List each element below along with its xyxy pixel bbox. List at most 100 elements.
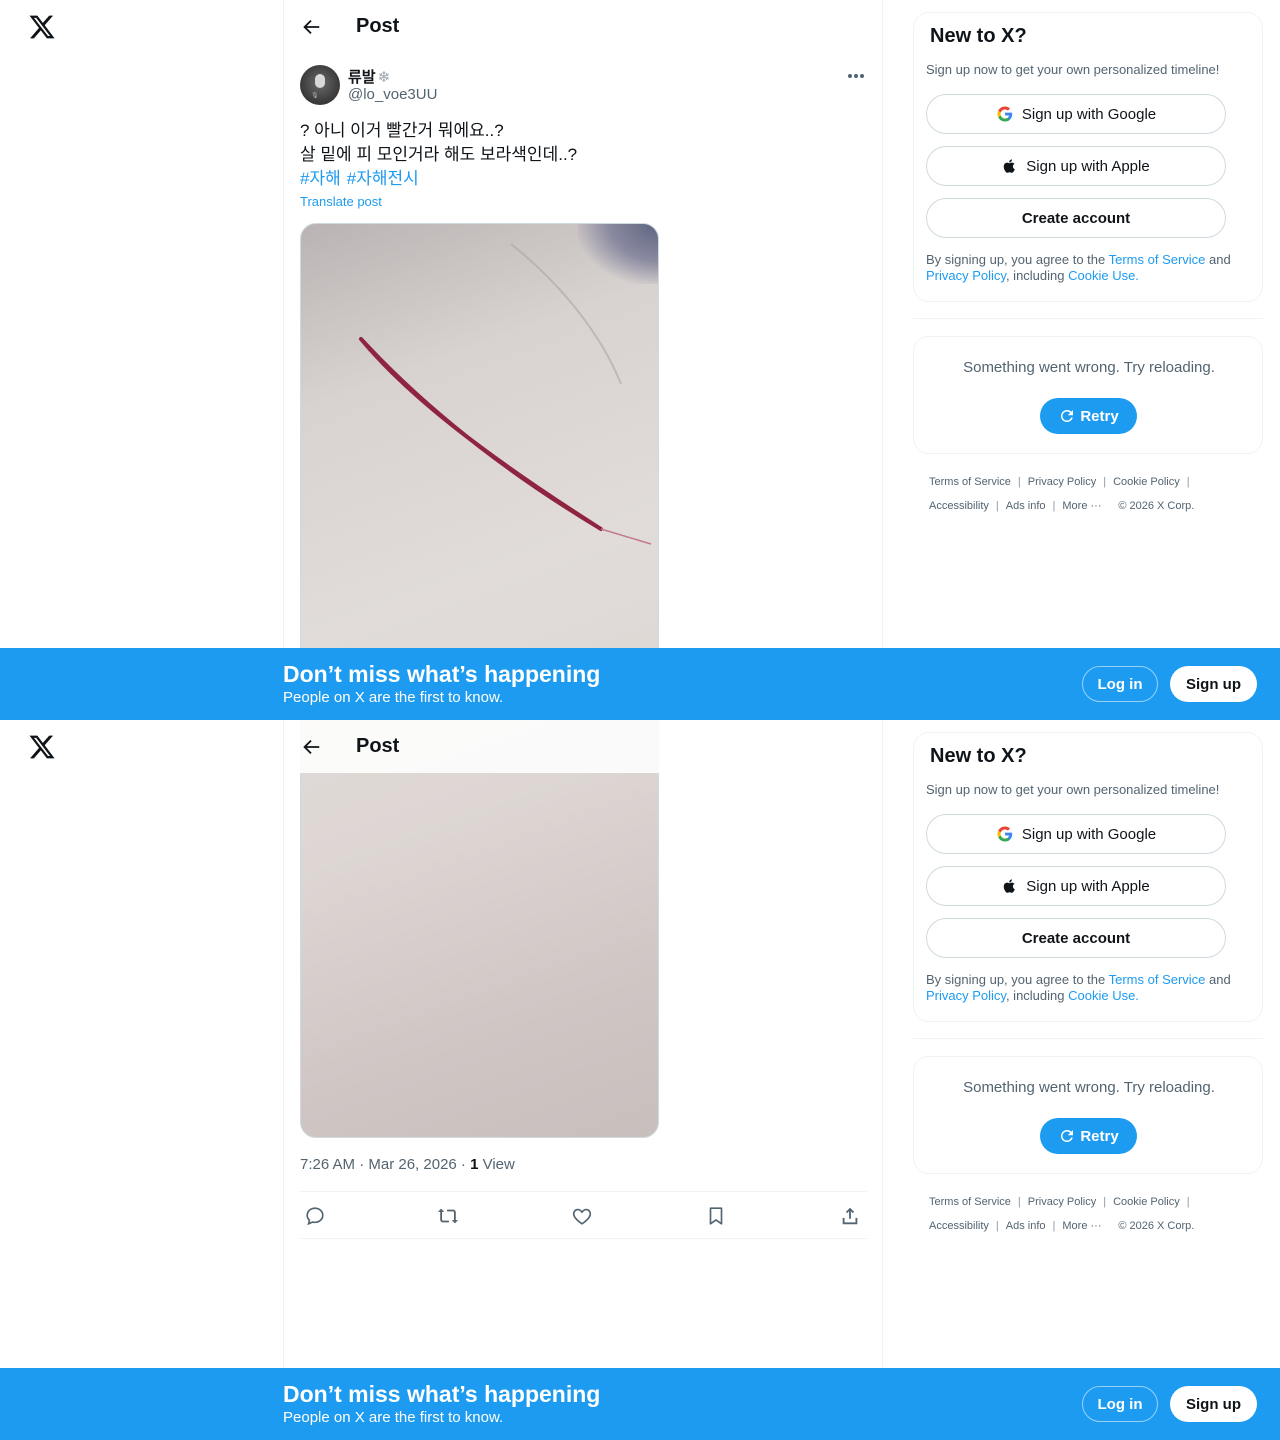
- x-logo-icon[interactable]: [28, 13, 56, 41]
- refresh-icon: [1061, 409, 1074, 422]
- privacy-policy-link[interactable]: Privacy Policy: [926, 988, 1006, 1003]
- post-actions: [300, 1191, 867, 1239]
- display-name-text: 류발: [348, 69, 376, 86]
- translate-post-link[interactable]: Translate post: [300, 194, 382, 209]
- retry-button[interactable]: Retry: [1040, 398, 1137, 434]
- footer-ads-link[interactable]: Ads info: [1006, 1220, 1046, 1232]
- post-text-line: 살 밑에 피 모인거라 해도 보라색인데..?: [300, 145, 578, 164]
- banner-title: Don’t miss what’s happening: [283, 661, 601, 687]
- login-button[interactable]: Log in: [1082, 666, 1158, 702]
- signup-terms: By signing up, you agree to the Terms of…: [926, 972, 1252, 1004]
- error-card: Something went wrong. Try reloading. Ret…: [913, 1056, 1263, 1174]
- sidebar-divider: [913, 318, 1263, 319]
- apple-button-label: Sign up with Apple: [1026, 877, 1150, 895]
- like-heart-icon[interactable]: [571, 1205, 593, 1227]
- signup-google-button[interactable]: Sign up with Google: [926, 94, 1226, 134]
- avatar-caption: 🎙: [311, 93, 319, 99]
- repost-icon[interactable]: [437, 1205, 459, 1227]
- signup-card-subtitle: Sign up now to get your own personalized…: [926, 782, 1220, 797]
- back-arrow-icon[interactable]: [300, 736, 322, 758]
- page-title: Post: [356, 15, 400, 37]
- reply-icon[interactable]: [304, 1205, 326, 1227]
- retry-label: Retry: [1080, 407, 1119, 425]
- google-icon: [997, 826, 1013, 842]
- terms-text: , including: [1005, 988, 1069, 1003]
- footer-more-link[interactable]: More ···: [1062, 500, 1101, 512]
- footer-ads-link[interactable]: Ads info: [1006, 500, 1046, 512]
- snowflake-icon: ❄: [377, 69, 391, 86]
- post-timestamp: 7:26 AM · Mar 26, 2026 · 1 View: [300, 1156, 515, 1173]
- apple-icon: [1004, 879, 1016, 893]
- footer-accessibility-link[interactable]: Accessibility: [929, 1220, 989, 1232]
- footer-terms-link[interactable]: Terms of Service: [929, 476, 1011, 488]
- signup-card: New to X? Sign up now to get your own pe…: [913, 732, 1263, 1022]
- hashtag-link[interactable]: #자해: [300, 169, 341, 188]
- x-logo-icon[interactable]: [28, 733, 56, 761]
- error-message: Something went wrong. Try reloading.: [963, 1079, 1215, 1096]
- main-column: Post 7:26 AM · Mar 26, 2026 · 1 View: [283, 720, 883, 1440]
- back-arrow-icon[interactable]: [300, 16, 322, 38]
- post-text: ? 아니 이거 빨간거 뭐에요..? 살 밑에 피 모인거라 해도 보라색인데.…: [300, 119, 860, 191]
- footer-cookie-link[interactable]: Cookie Policy: [1113, 476, 1180, 488]
- signup-banner: Don’t miss what’s happening People on X …: [0, 648, 1280, 720]
- author-display-name[interactable]: 류발 ❄: [348, 66, 390, 87]
- footer-cookie-link[interactable]: Cookie Policy: [1113, 1196, 1180, 1208]
- privacy-policy-link[interactable]: Privacy Policy: [926, 268, 1006, 283]
- share-icon[interactable]: [839, 1205, 861, 1227]
- retry-button[interactable]: Retry: [1040, 1118, 1137, 1154]
- footer-accessibility-link[interactable]: Accessibility: [929, 500, 989, 512]
- retry-label: Retry: [1080, 1127, 1119, 1145]
- footer-terms-link[interactable]: Terms of Service: [929, 1196, 1011, 1208]
- banner-title: Don’t miss what’s happening: [283, 1381, 601, 1407]
- apple-button-label: Sign up with Apple: [1026, 157, 1150, 175]
- refresh-icon: [1061, 1129, 1074, 1142]
- signup-apple-button[interactable]: Sign up with Apple: [926, 146, 1226, 186]
- more-options-icon[interactable]: [842, 67, 870, 85]
- post-text-line: ? 아니 이거 빨간거 뭐에요..?: [300, 121, 504, 140]
- page-title: Post: [356, 735, 400, 757]
- banner-subtitle: People on X are the first to know.: [283, 689, 504, 706]
- terms-text: and: [1205, 972, 1231, 987]
- post-time[interactable]: 7:26 AM · Mar 26, 2026 ·: [300, 1156, 470, 1173]
- footer-privacy-link[interactable]: Privacy Policy: [1028, 476, 1096, 488]
- signup-card-title: New to X?: [930, 745, 1027, 767]
- signup-google-button[interactable]: Sign up with Google: [926, 814, 1226, 854]
- footer-copyright: © 2026 X Corp.: [1118, 1220, 1195, 1232]
- post-photo[interactable]: [300, 223, 659, 720]
- footer-privacy-link[interactable]: Privacy Policy: [1028, 1196, 1096, 1208]
- avatar[interactable]: 🎙: [300, 65, 340, 105]
- hashtag-link[interactable]: #자해전시: [347, 169, 419, 188]
- signup-button[interactable]: Sign up: [1170, 666, 1257, 702]
- signup-card-subtitle: Sign up now to get your own personalized…: [926, 62, 1220, 77]
- apple-icon: [1004, 159, 1016, 173]
- create-account-button[interactable]: Create account: [926, 198, 1226, 238]
- author-handle[interactable]: @lo_voe3UU: [348, 86, 437, 103]
- view-label: View: [478, 1156, 515, 1173]
- error-card: Something went wrong. Try reloading. Ret…: [913, 336, 1263, 454]
- viewport-top: Post 🎙 류발 ❄ @lo_voe3UU ? 아니 이거 빨간거 뭐에요..?…: [0, 0, 1280, 720]
- terms-text: By signing up, you agree to the: [926, 972, 1109, 987]
- signup-card-title: New to X?: [930, 25, 1027, 47]
- footer-links: Terms of Service | Privacy Policy | Cookie P…: [929, 1196, 1195, 1232]
- signup-button[interactable]: Sign up: [1170, 1386, 1257, 1422]
- error-message: Something went wrong. Try reloading.: [963, 359, 1215, 376]
- footer-more-link[interactable]: More ···: [1062, 1220, 1101, 1232]
- cookie-use-link[interactable]: Cookie Use.: [1068, 268, 1139, 283]
- top-bar: Post: [284, 0, 882, 53]
- cookie-use-link[interactable]: Cookie Use.: [1068, 988, 1139, 1003]
- post-photo[interactable]: [300, 720, 659, 1138]
- signup-apple-button[interactable]: Sign up with Apple: [926, 866, 1226, 906]
- terms-text: By signing up, you agree to the: [926, 252, 1109, 267]
- signup-card: New to X? Sign up now to get your own pe…: [913, 12, 1263, 302]
- create-account-button[interactable]: Create account: [926, 918, 1226, 958]
- bookmark-icon[interactable]: [705, 1205, 727, 1227]
- terms-text: , including: [1005, 268, 1069, 283]
- google-button-label: Sign up with Google: [1021, 105, 1157, 123]
- login-button[interactable]: Log in: [1082, 1386, 1158, 1422]
- google-icon: [997, 106, 1013, 122]
- terms-of-service-link[interactable]: Terms of Service: [1109, 252, 1206, 267]
- post-author: 🎙 류발 ❄ @lo_voe3UU: [300, 65, 870, 107]
- sidebar-divider: [913, 1038, 1263, 1039]
- google-button-label: Sign up with Google: [1021, 825, 1157, 843]
- terms-of-service-link[interactable]: Terms of Service: [1109, 972, 1206, 987]
